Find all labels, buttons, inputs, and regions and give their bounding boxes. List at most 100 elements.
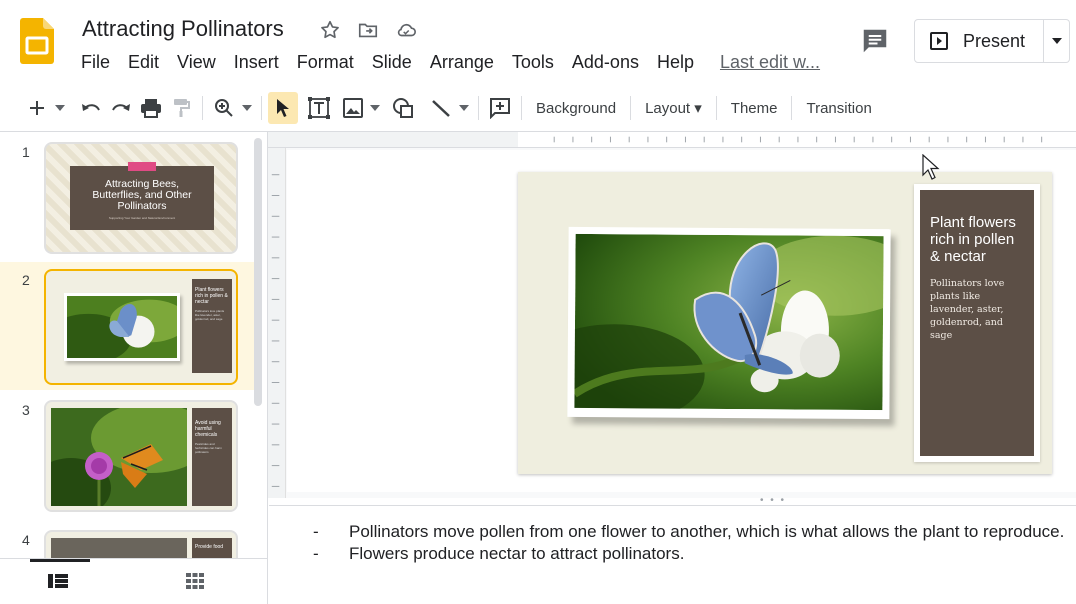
zoom-dropdown[interactable] xyxy=(239,92,255,124)
butterfly-photo[interactable] xyxy=(574,233,884,411)
caret-down-icon xyxy=(242,105,252,111)
thumb-card-body: Pesticides and herbicides can harm polli… xyxy=(195,442,223,454)
line-button[interactable] xyxy=(426,92,456,124)
toolbar-divider xyxy=(521,96,522,120)
insert-comment-button[interactable] xyxy=(485,92,515,124)
toolbar-divider xyxy=(791,96,793,120)
caret-down-icon xyxy=(1051,38,1062,44)
horizontal-ruler-margin xyxy=(268,132,518,148)
last-edit-link[interactable]: Last edit w... xyxy=(720,52,820,73)
thumb-photo-frame xyxy=(64,293,180,361)
menu-insert[interactable]: Insert xyxy=(234,52,279,73)
caret-down-icon xyxy=(55,105,65,111)
menu-tools[interactable]: Tools xyxy=(512,52,554,73)
mouse-pointer-icon xyxy=(922,154,940,180)
print-button[interactable] xyxy=(136,92,166,124)
thumb-text-card: Avoid using harmful chemicals Pesticides… xyxy=(192,408,232,506)
text-box-button[interactable] xyxy=(304,92,334,124)
menu-arrange[interactable]: Arrange xyxy=(430,52,494,73)
select-tool-button[interactable] xyxy=(268,92,298,124)
slides-logo-icon[interactable] xyxy=(20,18,54,64)
filmstrip-row-3: 3 Avoid using harmful chemicals Pesticid… xyxy=(0,390,262,520)
present-button[interactable]: Present xyxy=(914,19,1044,63)
filmstrip-scrollbar[interactable] xyxy=(254,138,262,406)
image-icon xyxy=(343,98,363,118)
redo-button[interactable] xyxy=(106,92,136,124)
menu-file[interactable]: File xyxy=(81,52,110,73)
thumb-title: Attracting Bees, Butterflies, and Other … xyxy=(92,178,192,212)
note-line-1[interactable]: - Pollinators move pollen from one flower… xyxy=(313,522,1064,542)
slide-number: 4 xyxy=(22,532,30,548)
redo-icon xyxy=(112,104,130,111)
comments-icon[interactable] xyxy=(860,26,890,56)
thumb-title-box: Attracting Bees, Butterflies, and Other … xyxy=(70,162,214,230)
transition-button[interactable]: Transition xyxy=(798,92,879,124)
filmstrip-view-icon[interactable] xyxy=(48,573,68,589)
toolbar-divider xyxy=(478,96,479,120)
new-slide-button[interactable] xyxy=(22,92,52,124)
grid-view-icon[interactable] xyxy=(186,573,204,589)
filmstrip-row-2: 2 Plant flowers rich in pollen & nectar … xyxy=(0,262,262,390)
filmstrip-view-switcher xyxy=(0,558,267,604)
current-slide[interactable]: Plant flowers rich in pollen & nectar Po… xyxy=(518,172,1052,474)
new-slide-dropdown[interactable] xyxy=(52,92,68,124)
menu-edit[interactable]: Edit xyxy=(128,52,159,73)
present-dropdown-button[interactable] xyxy=(1044,19,1070,63)
note-text: Pollinators move pollen from one flower … xyxy=(349,522,1065,541)
present-icon xyxy=(930,32,948,50)
cursor-arrow-icon xyxy=(277,99,289,117)
paint-format-button[interactable] xyxy=(166,92,196,124)
present-label: Present xyxy=(963,30,1026,51)
document-title[interactable]: Attracting Pollinators xyxy=(82,16,284,42)
menu-help[interactable]: Help xyxy=(657,52,694,73)
thumb-subtitle: Supporting Your Garden and Natural Envir… xyxy=(108,216,176,220)
slide-body-text[interactable]: Pollinators love plants like lavender, a… xyxy=(930,277,1026,342)
plus-icon xyxy=(30,101,44,115)
menu-addons[interactable]: Add-ons xyxy=(572,52,639,73)
caret-down-icon xyxy=(459,105,469,111)
move-folder-icon[interactable] xyxy=(356,18,380,42)
slide-number: 3 xyxy=(22,402,30,418)
insert-image-button[interactable] xyxy=(338,92,368,124)
image-dropdown[interactable] xyxy=(368,92,382,124)
layout-button[interactable]: Layout ▾ xyxy=(637,92,710,124)
slide-thumbnail-1[interactable]: Attracting Bees, Butterflies, and Other … xyxy=(44,142,238,254)
slide-thumbnail-2[interactable]: Plant flowers rich in pollen & nectar Po… xyxy=(44,269,238,385)
slide-number: 2 xyxy=(22,272,30,288)
background-button[interactable]: Background xyxy=(528,92,624,124)
menu-view[interactable]: View xyxy=(177,52,216,73)
filmstrip-row-4: 4 Provide food xyxy=(0,520,262,590)
zoom-button[interactable] xyxy=(209,92,239,124)
toolbar-divider xyxy=(630,96,632,120)
add-comment-icon xyxy=(490,98,510,119)
slide-number: 1 xyxy=(22,144,30,160)
speaker-notes[interactable]: - Pollinators move pollen from one flower… xyxy=(269,505,1076,604)
shape-icon xyxy=(393,98,413,118)
star-icon[interactable] xyxy=(318,18,342,42)
print-icon xyxy=(141,99,161,118)
thumb-card-heading: Plant flowers rich in pollen & nectar xyxy=(195,287,228,305)
slide-thumbnail-3[interactable]: Avoid using harmful chemicals Pesticides… xyxy=(44,400,238,512)
cloud-status-icon[interactable] xyxy=(394,18,418,42)
text-card[interactable]: Plant flowers rich in pollen & nectar Po… xyxy=(914,184,1040,462)
text-card-panel: Plant flowers rich in pollen & nectar Po… xyxy=(920,190,1034,456)
line-icon xyxy=(432,100,450,117)
shape-button[interactable] xyxy=(388,92,418,124)
toolbar-divider xyxy=(261,96,262,120)
theme-button[interactable]: Theme xyxy=(723,92,786,124)
filmstrip-row-1: 1 Attracting Bees, Butterflies, and Othe… xyxy=(0,132,262,262)
thumb-card-heading: Provide food xyxy=(195,544,224,550)
toolbar-divider xyxy=(202,96,203,120)
menu-slide[interactable]: Slide xyxy=(372,52,412,73)
note-line-2[interactable]: - Flowers produce nectar to attract polli… xyxy=(313,544,684,564)
slides-app: Attracting Pollinators File Edit View In… xyxy=(0,0,1076,604)
photo-frame[interactable] xyxy=(567,226,891,420)
menu-format[interactable]: Format xyxy=(297,52,354,73)
line-dropdown[interactable] xyxy=(456,92,472,124)
slide-heading[interactable]: Plant flowers rich in pollen & nectar xyxy=(930,214,1026,265)
note-text: Flowers produce nectar to attract pollin… xyxy=(349,544,685,563)
undo-button[interactable] xyxy=(76,92,106,124)
horizontal-ruler[interactable] xyxy=(518,132,1076,148)
vertical-ruler[interactable] xyxy=(268,148,286,498)
undo-icon xyxy=(82,104,100,111)
